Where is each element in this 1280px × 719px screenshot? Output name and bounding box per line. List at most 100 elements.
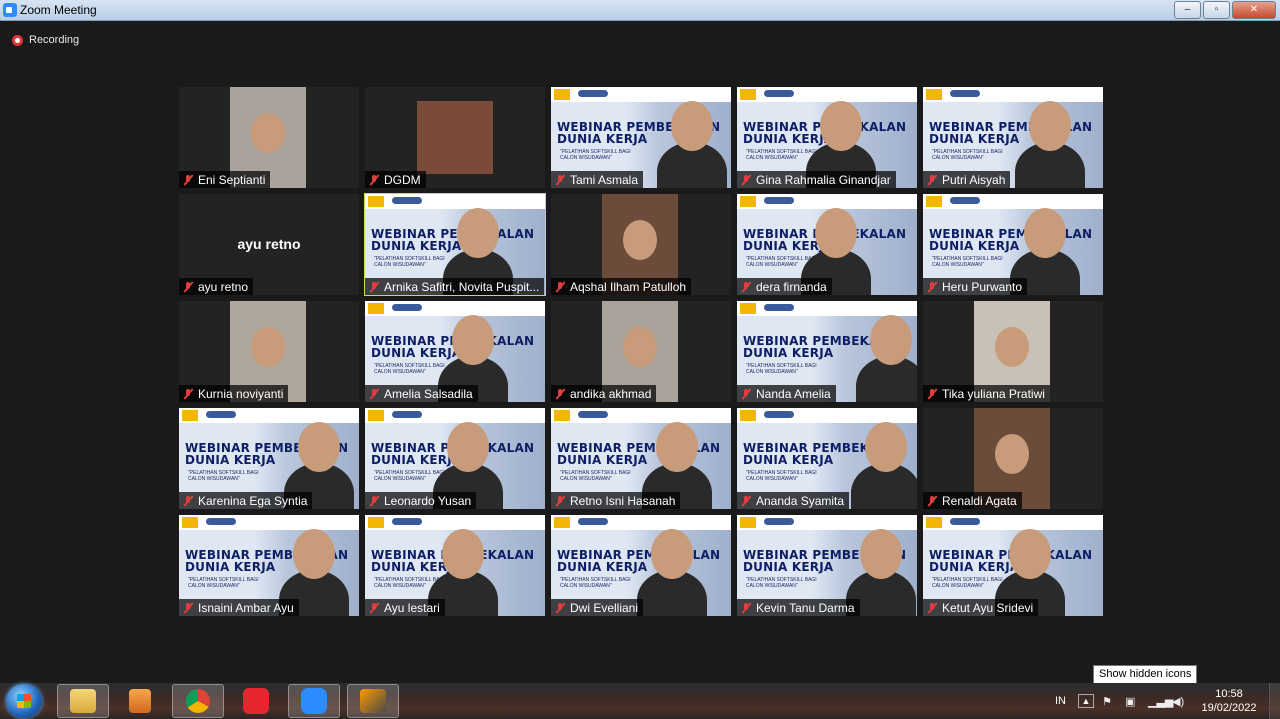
slide-logo-icon	[182, 410, 198, 421]
muted-mic-icon	[926, 388, 938, 400]
slide-subtitle-2: CALON WISUDAWAN"	[932, 583, 984, 589]
participant-tile[interactable]: WEBINAR PEMBEKALANDUNIA KERJA"PELATIHAN …	[365, 408, 545, 509]
participant-tile[interactable]: WEBINAR PEMBEKALANDUNIA KERJA"PELATIHAN …	[551, 515, 731, 616]
muted-mic-icon	[182, 281, 194, 293]
participant-face	[865, 422, 907, 472]
record-icon	[12, 34, 23, 46]
participant-tile[interactable]: WEBINAR PEMBEKALANDUNIA KERJA"PELATIHAN …	[179, 515, 359, 616]
participant-name-label: Ketut Ayu Sridevi	[923, 599, 1039, 616]
participant-name-label: Putri Aisyah	[923, 171, 1011, 188]
participant-tile[interactable]: WEBINAR PEMBEKALANDUNIA KERJA"PELATIHAN …	[179, 408, 359, 509]
participant-tile[interactable]: WEBINAR PEMBEKALANDUNIA KERJA"PELATIHAN …	[923, 515, 1103, 616]
slide-subtitle-2: CALON WISUDAWAN"	[560, 155, 612, 161]
slide-heading-2: DUNIA KERJA	[557, 453, 648, 467]
participant-tile[interactable]: WEBINAR PEMBEKALANDUNIA KERJA"PELATIHAN …	[551, 87, 731, 188]
tray-network-icon[interactable]: ▁▃▅	[1148, 683, 1173, 719]
participant-name-label: Dwi Evelliani	[551, 599, 644, 616]
participant-video	[417, 101, 493, 174]
participant-tile[interactable]: WEBINAR PEMBEKALANDUNIA KERJA"PELATIHAN …	[364, 193, 546, 296]
participant-tile[interactable]: Kurnia noviyanti	[179, 301, 359, 402]
participant-face	[870, 315, 912, 365]
taskbar-chrome[interactable]	[172, 684, 224, 718]
participant-tile[interactable]: WEBINAR PEMBEKALANDUNIA KERJA"PELATIHAN …	[737, 408, 917, 509]
language-indicator[interactable]: IN	[1055, 683, 1066, 719]
slide-brand-icon	[578, 90, 608, 97]
slide-subtitle-2: CALON WISUDAWAN"	[374, 369, 426, 375]
slide-subtitle-2: CALON WISUDAWAN"	[746, 476, 798, 482]
participant-tile[interactable]: Aqshal Ilham Patulloh	[551, 194, 731, 295]
recording-indicator[interactable]: Recording	[12, 33, 79, 47]
muted-mic-icon	[926, 281, 938, 293]
participant-name: andika akhmad	[570, 386, 652, 401]
slide-brand-icon	[392, 304, 422, 311]
slide-heading-2: DUNIA KERJA	[185, 560, 276, 574]
tray-device-icon[interactable]: ▣	[1125, 683, 1135, 719]
participant-name: ayu retno	[198, 279, 249, 294]
participant-face	[671, 101, 713, 151]
slide-subtitle: "PELATIHAN SOFTSKILL BAGI CALON WISUDAWAN…	[746, 363, 817, 375]
taskbar-zoom[interactable]	[288, 684, 340, 718]
slide-brand-icon	[950, 90, 980, 97]
taskbar-media-player[interactable]	[114, 684, 166, 718]
slide-heading-2: DUNIA KERJA	[743, 132, 834, 146]
participant-tile[interactable]: DGDM	[365, 87, 545, 188]
participant-name: Putri Aisyah	[942, 172, 1006, 187]
participant-tile[interactable]: WEBINAR PEMBEKALANDUNIA KERJA"PELATIHAN …	[737, 301, 917, 402]
system-clock[interactable]: 10:58 19/02/2022	[1196, 687, 1262, 715]
participant-tile[interactable]: ayu retno ayu retno	[179, 194, 359, 295]
participant-name-label: ayu retno	[179, 278, 254, 295]
participant-tile[interactable]: Tika yuliana Pratiwi	[923, 301, 1103, 402]
participant-tile[interactable]: WEBINAR PEMBEKALANDUNIA KERJA"PELATIHAN …	[365, 515, 545, 616]
chrome-icon	[186, 689, 210, 713]
taskbar-sublime[interactable]	[347, 684, 399, 718]
participant-name-label: Gina Rahmalia Ginandjar	[737, 171, 896, 188]
slide-heading-2: DUNIA KERJA	[929, 239, 1020, 253]
participant-tile[interactable]: WEBINAR PEMBEKALANDUNIA KERJA"PELATIHAN …	[365, 301, 545, 402]
participant-tile[interactable]: WEBINAR PEMBEKALANDUNIA KERJA"PELATIHAN …	[923, 194, 1103, 295]
maximize-button[interactable]: ▫	[1203, 1, 1230, 19]
tooltip-show-hidden-icons: Show hidden icons	[1093, 665, 1198, 684]
participant-name: Ananda Syamita	[756, 493, 845, 508]
participant-tile[interactable]: WEBINAR PEMBEKALANDUNIA KERJA"PELATIHAN …	[923, 87, 1103, 188]
show-desktop-button[interactable]	[1269, 683, 1280, 719]
participant-name-label: Ayu lestari	[365, 599, 445, 616]
slide-logo-icon	[368, 303, 384, 314]
participant-name: Dwi Evelliani	[570, 600, 639, 615]
slide-subtitle: "PELATIHAN SOFTSKILL BAGI CALON WISUDAWAN…	[746, 149, 817, 161]
tray-volume-icon[interactable]: ◀)	[1172, 683, 1184, 719]
participant-tile[interactable]: Eni Septianti	[179, 87, 359, 188]
participant-tile[interactable]: WEBINAR PEMBEKALANDUNIA KERJA"PELATIHAN …	[551, 408, 731, 509]
participant-tile[interactable]: WEBINAR PEMBEKALANDUNIA KERJA"PELATIHAN …	[737, 87, 917, 188]
participant-tile[interactable]: WEBINAR PEMBEKALANDUNIA KERJA"PELATIHAN …	[737, 515, 917, 616]
slide-subtitle: "PELATIHAN SOFTSKILL BAGI CALON WISUDAWAN…	[746, 470, 817, 482]
slide-subtitle: "PELATIHAN SOFTSKILL BAGI CALON WISUDAWAN…	[374, 256, 445, 268]
minimize-button[interactable]: –	[1174, 1, 1201, 19]
slide-subtitle: "PELATIHAN SOFTSKILL BAGI CALON WISUDAWAN…	[188, 470, 259, 482]
taskbar-file-explorer[interactable]	[57, 684, 109, 718]
participant-name-label: Heru Purwanto	[923, 278, 1028, 295]
start-button[interactable]	[6, 684, 42, 718]
muted-mic-icon	[368, 602, 380, 614]
close-button[interactable]: ✕	[1232, 1, 1276, 19]
slide-heading-2: DUNIA KERJA	[743, 346, 834, 360]
slide-brand-icon	[206, 411, 236, 418]
participant-name: dera firnanda	[756, 279, 827, 294]
slide-logo-icon	[926, 89, 942, 100]
tray-flag-icon[interactable]: ⚑	[1102, 683, 1112, 719]
muted-mic-icon	[926, 602, 938, 614]
participant-name: Renaldi Agata	[942, 493, 1017, 508]
taskbar-vivaldi[interactable]	[230, 684, 282, 718]
participant-face	[1009, 529, 1051, 579]
participant-name-label: Isnaini Ambar Ayu	[179, 599, 299, 616]
show-hidden-icons-button[interactable]: ▲	[1078, 683, 1094, 719]
participant-tile[interactable]: WEBINAR PEMBEKALANDUNIA KERJA"PELATIHAN …	[737, 194, 917, 295]
slide-brand-icon	[764, 90, 794, 97]
clock-time: 10:58	[1215, 688, 1243, 700]
participant-tile[interactable]: Renaldi Agata	[923, 408, 1103, 509]
participant-name-label: Karenina Ega Syntia	[179, 492, 313, 509]
participant-name-label: Tika yuliana Pratiwi	[923, 385, 1050, 402]
sublime-icon	[360, 689, 386, 713]
participant-tile[interactable]: andika akhmad	[551, 301, 731, 402]
participant-name-label: andika akhmad	[551, 385, 657, 402]
participant-face	[820, 101, 862, 151]
